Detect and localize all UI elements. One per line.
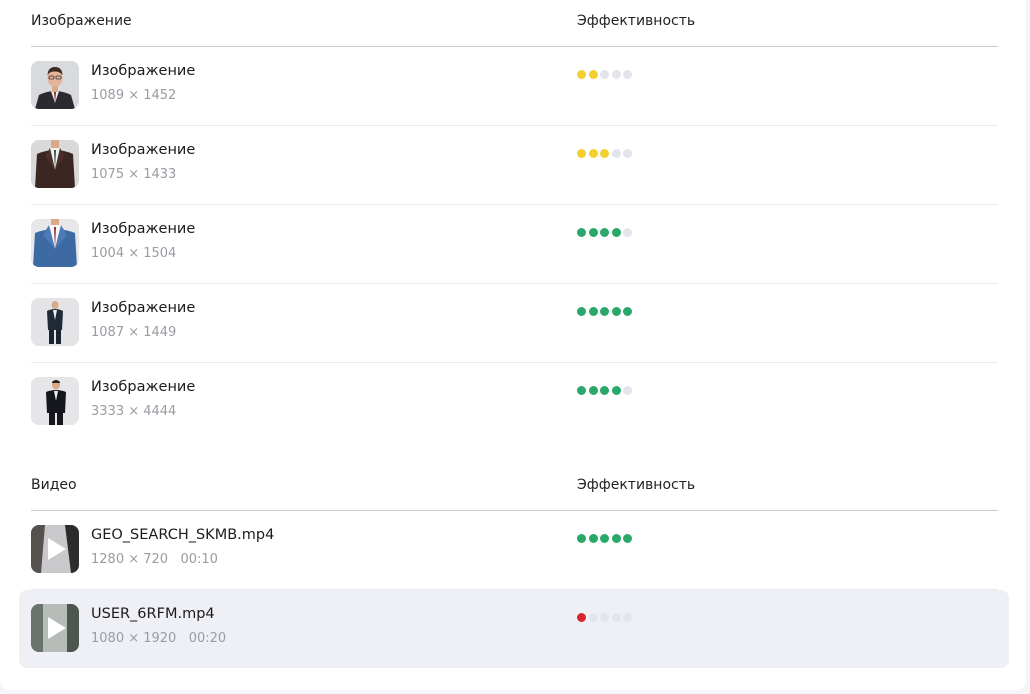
image-thumbnail[interactable] xyxy=(31,61,79,109)
rating-dot-empty xyxy=(623,613,632,622)
rating-dot-empty xyxy=(611,613,621,622)
efficiency-column-title: Эффективность xyxy=(577,13,696,29)
image-row[interactable]: Изображение 1087 × 1449 xyxy=(31,284,998,363)
rating-dot-filled xyxy=(600,149,609,158)
images-section: Изображение Эффективность Изображение 10… xyxy=(0,0,1026,441)
video-title: USER_6RFM.mp4 xyxy=(91,606,215,622)
video-thumbnail[interactable] xyxy=(31,525,79,573)
rating-dot-filled xyxy=(577,613,586,622)
rating-dot-empty xyxy=(623,149,632,158)
rating-dot-filled xyxy=(600,307,609,316)
efficiency-rating xyxy=(577,228,632,238)
rating-dot-filled xyxy=(611,534,621,543)
rating-dot-filled xyxy=(588,307,598,316)
image-title: Изображение xyxy=(91,379,196,395)
efficiency-rating xyxy=(577,613,632,623)
images-column-title: Изображение xyxy=(31,13,132,29)
videos-section: Видео Эффективность GEO_SEARCH_SKMB.mp4 … xyxy=(0,464,1026,668)
rating-dot-filled xyxy=(577,386,586,395)
videos-header: Видео Эффективность xyxy=(31,464,998,511)
rating-dot-filled xyxy=(623,307,632,316)
image-thumbnail[interactable] xyxy=(31,298,79,346)
rating-dot-filled xyxy=(600,534,609,543)
image-dimensions: 1087 × 1449 xyxy=(91,325,177,340)
rating-dot-empty xyxy=(600,70,609,79)
efficiency-rating xyxy=(577,70,632,80)
rating-dot-filled xyxy=(577,70,586,79)
rating-dot-filled xyxy=(600,386,609,395)
efficiency-column-title: Эффективность xyxy=(577,477,696,493)
videos-column-title: Видео xyxy=(31,477,77,493)
image-row[interactable]: Изображение 1089 × 1452 xyxy=(31,47,998,126)
rating-dot-filled xyxy=(577,228,586,237)
video-thumbnail[interactable] xyxy=(31,604,79,652)
rating-dot-filled xyxy=(611,386,621,395)
image-dimensions: 1004 × 1504 xyxy=(91,246,177,261)
image-thumbnail[interactable] xyxy=(31,219,79,267)
images-header: Изображение Эффективность xyxy=(31,0,998,47)
rating-dot-filled xyxy=(588,70,598,79)
rating-dot-empty xyxy=(623,386,632,395)
video-title: GEO_SEARCH_SKMB.mp4 xyxy=(91,527,275,543)
image-thumbnail[interactable] xyxy=(31,377,79,425)
rating-dot-empty xyxy=(588,613,598,622)
image-row[interactable]: Изображение 1004 × 1504 xyxy=(31,205,998,284)
image-row[interactable]: Изображение 1075 × 1433 xyxy=(31,126,998,205)
video-dimensions-duration: 1280 × 720 00:10 xyxy=(91,552,218,567)
image-title: Изображение xyxy=(91,142,196,158)
image-dimensions: 3333 × 4444 xyxy=(91,404,177,419)
rating-dot-empty xyxy=(611,149,621,158)
efficiency-rating xyxy=(577,307,632,317)
rating-dot-filled xyxy=(588,149,598,158)
image-title: Изображение xyxy=(91,221,196,237)
rating-dot-empty xyxy=(611,70,621,79)
image-dimensions: 1075 × 1433 xyxy=(91,167,177,182)
rating-dot-filled xyxy=(600,228,609,237)
rating-dot-filled xyxy=(577,149,586,158)
video-row[interactable]: USER_6RFM.mp4 1080 × 1920 00:20 xyxy=(19,590,1009,668)
rating-dot-filled xyxy=(623,534,632,543)
rating-dot-filled xyxy=(588,386,598,395)
image-dimensions: 1089 × 1452 xyxy=(91,88,177,103)
rating-dot-filled xyxy=(611,307,621,316)
rating-dot-filled xyxy=(611,228,621,237)
rating-dot-filled xyxy=(577,534,586,543)
efficiency-rating xyxy=(577,149,632,159)
rating-dot-filled xyxy=(588,228,598,237)
rating-dot-empty xyxy=(600,613,609,622)
image-thumbnail[interactable] xyxy=(31,140,79,188)
rating-dot-filled xyxy=(588,534,598,543)
media-efficiency-panel: Изображение Эффективность Изображение 10… xyxy=(0,0,1026,690)
efficiency-rating xyxy=(577,534,632,544)
video-dimensions-duration: 1080 × 1920 00:20 xyxy=(91,631,227,646)
rating-dot-empty xyxy=(623,70,632,79)
efficiency-rating xyxy=(577,386,632,396)
image-row[interactable]: Изображение 3333 × 4444 xyxy=(31,363,998,441)
image-title: Изображение xyxy=(91,300,196,316)
rating-dot-empty xyxy=(623,228,632,237)
rating-dot-filled xyxy=(577,307,586,316)
video-row[interactable]: GEO_SEARCH_SKMB.mp4 1280 × 720 00:10 xyxy=(31,511,998,590)
image-title: Изображение xyxy=(91,63,196,79)
